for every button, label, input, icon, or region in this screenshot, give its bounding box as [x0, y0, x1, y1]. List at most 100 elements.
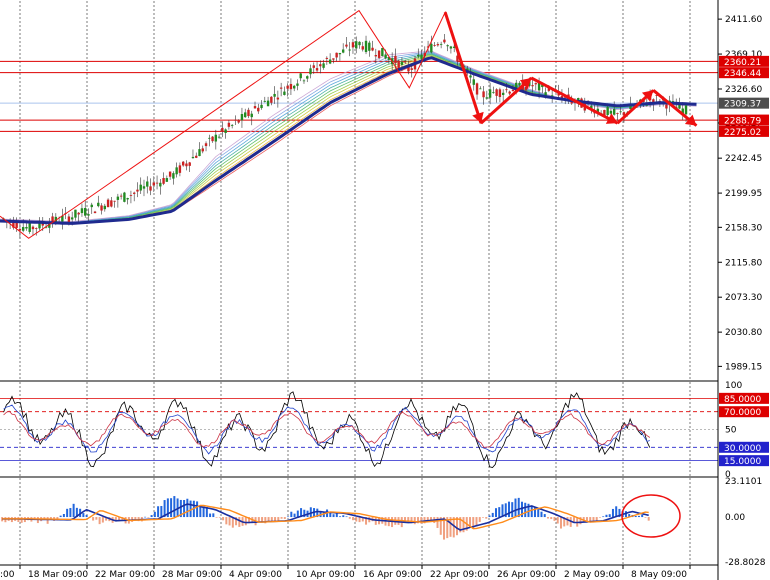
- candle-body: [289, 83, 293, 90]
- candle-body: [136, 189, 139, 192]
- candle-body: [335, 52, 338, 58]
- macd-bar: [559, 517, 562, 529]
- candle-body: [449, 46, 453, 49]
- macd-bar: [598, 517, 601, 518]
- candle-body: [198, 149, 201, 157]
- macd-bar: [173, 496, 176, 518]
- macd-bar: [342, 515, 345, 518]
- candle-body: [394, 55, 397, 64]
- macd-bar: [511, 502, 514, 518]
- candle-body: [84, 207, 87, 216]
- macd-bar: [413, 517, 416, 525]
- candle-body: [204, 143, 208, 147]
- macd-bar: [355, 517, 358, 522]
- macd-bar: [592, 517, 595, 521]
- osc-tick-label: 100: [725, 381, 742, 391]
- candle-body: [270, 96, 273, 103]
- macd-bar: [157, 506, 160, 518]
- candle-body: [155, 182, 159, 184]
- macd-bar: [358, 517, 361, 523]
- osc-level-label: 70.0000: [724, 408, 761, 418]
- macd-bar: [183, 500, 186, 518]
- candle-body: [377, 50, 381, 58]
- candle-body: [286, 85, 289, 89]
- macd-bar: [287, 516, 290, 518]
- macd-bar: [345, 516, 348, 518]
- candle-body: [381, 48, 384, 57]
- candle-body: [302, 80, 306, 82]
- candle-body: [129, 195, 133, 196]
- macd-bar: [456, 517, 459, 536]
- macd-tick-label: 23.1101: [725, 477, 762, 487]
- candle-body: [162, 177, 165, 184]
- macd-bar: [488, 515, 491, 518]
- candle-body: [80, 208, 84, 214]
- macd-bar: [150, 515, 153, 518]
- candle-body: [172, 173, 175, 179]
- candle-body: [28, 222, 31, 232]
- candle-body: [332, 58, 335, 60]
- candle-body: [257, 107, 260, 112]
- candle-body: [224, 129, 227, 133]
- price-box-label: 2288.79: [724, 117, 761, 127]
- macd-bar: [481, 517, 484, 518]
- macd-bar: [550, 517, 553, 520]
- candle-body: [322, 63, 325, 68]
- candle-body: [279, 87, 283, 89]
- candle-body: [358, 41, 361, 46]
- candle-body: [21, 227, 25, 231]
- price-box-label: 2360.21: [724, 58, 761, 68]
- macd-bar: [46, 517, 49, 524]
- candle-body: [31, 226, 35, 230]
- macd-bar: [615, 506, 618, 518]
- macd-bar: [485, 517, 488, 519]
- macd-bar: [498, 507, 501, 518]
- candle-body: [234, 119, 237, 121]
- candle-body: [341, 49, 345, 53]
- candle-body: [404, 61, 407, 63]
- macd-bar: [352, 517, 355, 521]
- candle-body: [119, 195, 123, 197]
- candle-body: [126, 198, 129, 200]
- candle-body: [240, 114, 244, 121]
- candle-body: [511, 89, 515, 92]
- osc-level-label: 30.0000: [724, 444, 761, 454]
- candle-body: [146, 181, 149, 187]
- candle-body: [397, 60, 400, 69]
- candle-body: [531, 85, 534, 87]
- candle-body: [276, 97, 280, 100]
- macd-bar: [540, 511, 543, 518]
- macd-bar: [507, 501, 510, 518]
- time-tick-label: 18 Mar 09:00: [28, 570, 88, 580]
- macd-bar: [66, 508, 69, 518]
- time-tick-label: 8 May 09:00: [631, 570, 687, 580]
- macd-bar: [101, 517, 104, 523]
- macd-bar: [611, 508, 614, 518]
- candle-body: [195, 155, 198, 158]
- candle-body: [97, 202, 100, 207]
- axis-tick-label: 1989.15: [725, 362, 762, 372]
- candle-body: [142, 186, 146, 189]
- candle-body: [100, 205, 103, 211]
- macd-tick-label: 0.00: [725, 513, 745, 523]
- price-box-label: 2275.02: [724, 128, 761, 138]
- candle-body: [116, 196, 120, 200]
- macd-bar: [153, 511, 156, 518]
- candle-body: [283, 91, 286, 95]
- macd-bar: [348, 517, 351, 519]
- candle-body: [260, 104, 263, 109]
- macd-bar: [209, 513, 212, 518]
- candle-body: [384, 54, 387, 59]
- macd-bar: [546, 517, 549, 519]
- macd-bar: [98, 517, 101, 525]
- macd-bar: [605, 514, 608, 518]
- candle-body: [113, 200, 116, 202]
- candle-body: [472, 79, 475, 85]
- macd-bar: [374, 517, 377, 525]
- candle-body: [123, 192, 126, 202]
- macd-bar: [524, 502, 527, 518]
- candle-body: [482, 91, 485, 98]
- macd-bar: [144, 516, 147, 518]
- osc-level-label: 15.0000: [724, 457, 761, 467]
- candle-body: [410, 68, 413, 70]
